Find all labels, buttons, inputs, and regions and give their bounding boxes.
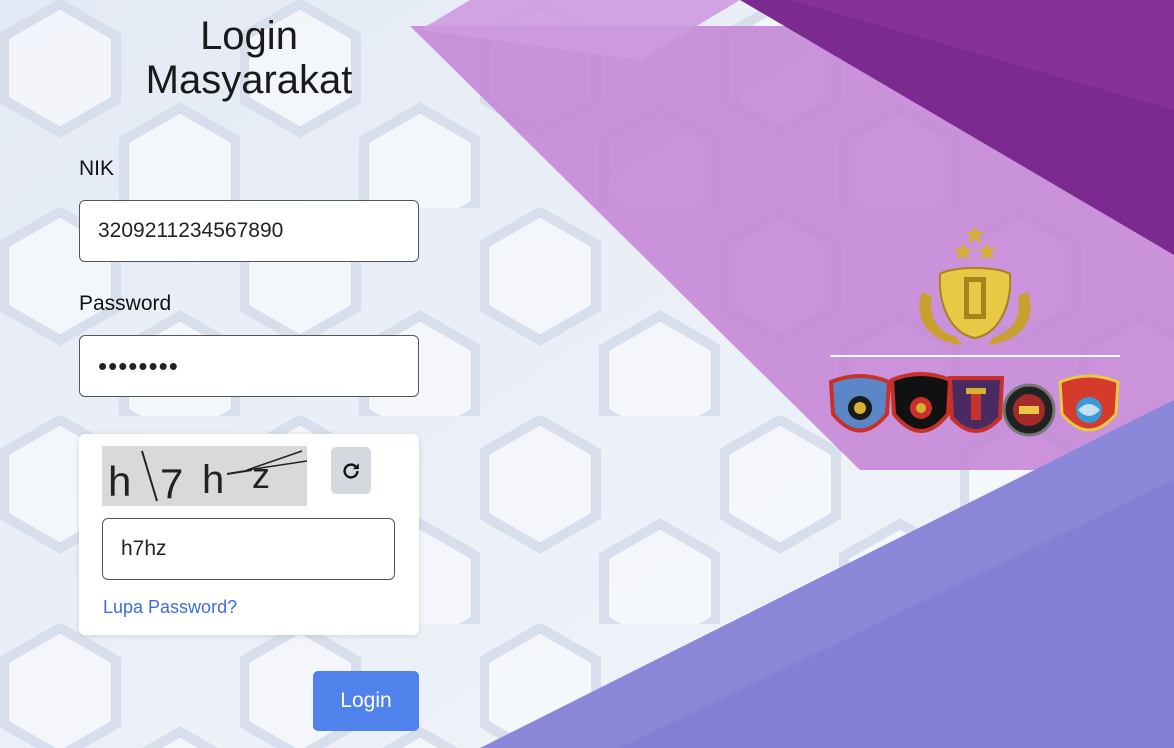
police-emblems (828, 225, 1120, 437)
password-input[interactable] (79, 335, 419, 397)
captcha-char-1: h (108, 458, 131, 505)
emblem-tik-polri (1058, 374, 1120, 432)
captcha-input[interactable] (102, 518, 395, 580)
title-line2: Masyarakat (145, 58, 353, 102)
forgot-password-link[interactable]: Lupa Password? (103, 597, 237, 618)
page-title: Login Masyarakat (78, 14, 420, 102)
emblem-propam (947, 376, 1005, 433)
nik-label: NIK (79, 157, 115, 180)
nik-input[interactable] (79, 200, 419, 262)
polri-logo (919, 225, 1031, 345)
captcha-panel: h 7 h z Lupa Password? (79, 434, 419, 635)
refresh-icon (343, 462, 359, 479)
emblem-bareskrim (889, 372, 953, 433)
captcha-image: h 7 h z (102, 446, 307, 506)
title-line1: Login (200, 14, 298, 58)
emblem-inspektorat (828, 374, 892, 433)
captcha-char-3: h (202, 458, 224, 502)
captcha-char-2: 7 (160, 460, 183, 506)
captcha-refresh-button[interactable] (331, 447, 371, 494)
login-button[interactable]: Login (313, 671, 419, 731)
emblem-center (1002, 383, 1056, 437)
password-label: Password (79, 292, 172, 315)
captcha-char-4: z (252, 455, 270, 496)
